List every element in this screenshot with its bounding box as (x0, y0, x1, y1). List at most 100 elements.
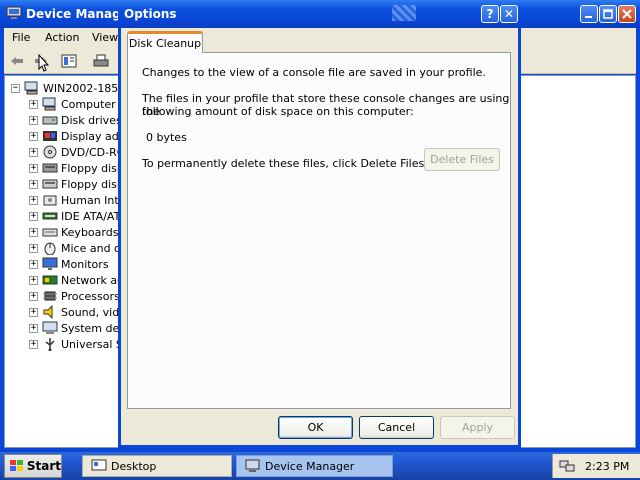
hid-icon (43, 195, 57, 206)
tree-item[interactable]: + Monitors (29, 256, 109, 272)
expand-plus-icon[interactable]: + (29, 115, 38, 125)
tree-item[interactable]: + Mice and ot (29, 240, 125, 256)
expand-plus-icon[interactable]: + (29, 243, 38, 253)
back-button[interactable] (8, 52, 26, 70)
mouse-icon (44, 242, 56, 255)
tree-item[interactable]: + Human Inte (29, 192, 125, 208)
tree-item-label: Monitors (61, 257, 109, 271)
tree-item[interactable]: + Network ac (29, 272, 123, 288)
tree-item[interactable]: + System dev (29, 320, 126, 336)
usb-icon (45, 338, 55, 351)
system-device-icon (42, 321, 58, 334)
tree-item[interactable]: + Computer (29, 96, 116, 112)
expand-plus-icon[interactable]: + (29, 179, 38, 189)
tree-item-label: Human Inte (61, 193, 126, 207)
minimize-button[interactable] (580, 5, 598, 23)
ok-button[interactable]: OK (278, 416, 353, 439)
menu-view[interactable]: View (92, 31, 118, 44)
expand-plus-icon[interactable]: + (29, 163, 38, 173)
ok-label: OK (307, 421, 324, 434)
tree-item[interactable]: + Disk drives (29, 112, 122, 128)
expand-plus-icon[interactable]: + (29, 275, 38, 285)
maximize-icon (603, 9, 613, 19)
tree-item-label: Network ac (61, 273, 124, 287)
cancel-button[interactable]: Cancel (359, 416, 434, 439)
expand-plus-icon[interactable]: + (29, 323, 38, 333)
dialog-close-button[interactable]: ✕ (500, 5, 518, 23)
close-window-button[interactable] (618, 5, 636, 23)
delete-files-button[interactable]: Delete Files (424, 148, 500, 171)
keyboard-icon (42, 228, 58, 237)
tree-item-label: Display ada (61, 129, 126, 143)
disk-usage-text-line2: following amount of disk space on this c… (142, 105, 414, 118)
titlebar-pattern (392, 5, 416, 21)
expand-plus-icon[interactable]: + (29, 227, 38, 237)
expand-plus-icon[interactable]: + (29, 211, 38, 221)
start-button[interactable]: Start (4, 454, 62, 478)
tree-item-label: Computer (61, 97, 116, 111)
disk-space-value: 0 bytes (146, 131, 187, 144)
tab-disk-cleanup-label: Disk Cleanup (128, 37, 202, 50)
sound-icon (43, 305, 53, 319)
expand-plus-icon[interactable]: + (29, 259, 38, 269)
taskbar: Start Desktop Device Manager 2:23 PM (0, 452, 640, 480)
expand-plus-icon[interactable]: + (29, 291, 38, 301)
tree-item[interactable]: + Floppy disk (29, 176, 123, 192)
expand-plus-icon[interactable]: + (29, 307, 38, 317)
desktop-icon (91, 459, 107, 471)
tree-item[interactable]: + IDE ATA/AT (29, 208, 120, 224)
properties-icon (61, 54, 77, 68)
cancel-label: Cancel (377, 421, 416, 434)
expand-plus-icon[interactable]: + (29, 147, 38, 157)
minimize-icon (585, 16, 592, 18)
windows-logo-icon (10, 460, 23, 471)
tree-item[interactable]: + Keyboards (29, 224, 118, 240)
options-dialog-titlebar[interactable]: Options ? ✕ (118, 0, 521, 28)
tree-item-label: DVD/CD-RO (61, 145, 126, 159)
properties-toolbar-button[interactable] (60, 52, 78, 70)
device-manager-icon (6, 6, 22, 19)
tree-root-node[interactable]: − WIN2002-1857 (11, 80, 125, 96)
floppy-controller-icon (42, 163, 58, 173)
tree-item[interactable]: + Floppy disk (29, 160, 123, 176)
floppy-drive-icon (42, 179, 58, 189)
apply-button[interactable]: Apply (440, 416, 515, 439)
taskbar-desktop-label: Desktop (111, 459, 157, 473)
expand-plus-icon[interactable]: + (29, 195, 38, 205)
taskbar-device-manager-button[interactable]: Device Manager (236, 455, 393, 477)
dvd-drive-icon (43, 145, 57, 159)
computer-icon (42, 97, 56, 111)
menu-file[interactable]: File (12, 31, 30, 44)
tree-item[interactable]: + Processors (29, 288, 120, 304)
print-button[interactable] (92, 52, 110, 70)
tree-item[interactable]: + Universal S (29, 336, 123, 352)
tree-item[interactable]: + Sound, vide (29, 304, 126, 320)
options-dialog-title: Options (124, 7, 177, 21)
system-tray: 2:23 PM (552, 454, 640, 478)
collapse-expander-icon[interactable]: − (11, 83, 20, 93)
tab-disk-cleanup[interactable]: Disk Cleanup (127, 31, 203, 53)
network-tray-icon[interactable] (559, 459, 575, 473)
expand-plus-icon[interactable]: + (29, 131, 38, 141)
tree-item[interactable]: + Display ada (29, 128, 126, 144)
monitor-icon (42, 257, 58, 270)
taskbar-desktop-button[interactable]: Desktop (82, 455, 232, 477)
tree-root-label: WIN2002-1857 (43, 81, 126, 95)
clock[interactable]: 2:23 PM (585, 460, 629, 473)
tree-item[interactable]: + DVD/CD-RO (29, 144, 125, 160)
expand-plus-icon[interactable]: + (29, 339, 38, 349)
printer-icon (93, 54, 109, 67)
tree-item-label: IDE ATA/AT (61, 209, 121, 223)
ide-controller-icon (42, 212, 58, 220)
computer-icon (24, 81, 38, 95)
tree-item-label: Disk drives (61, 113, 122, 127)
display-adapter-icon (43, 131, 57, 141)
mouse-cursor-icon (38, 54, 50, 72)
expand-plus-icon[interactable]: + (29, 99, 38, 109)
maximize-button[interactable] (599, 5, 617, 23)
tree-item-label: Mice and ot (61, 241, 126, 255)
tree-item-label: Floppy disk (61, 177, 124, 191)
delete-files-label: Delete Files (430, 153, 494, 166)
menu-action[interactable]: Action (45, 31, 79, 44)
help-button[interactable]: ? (481, 5, 499, 23)
